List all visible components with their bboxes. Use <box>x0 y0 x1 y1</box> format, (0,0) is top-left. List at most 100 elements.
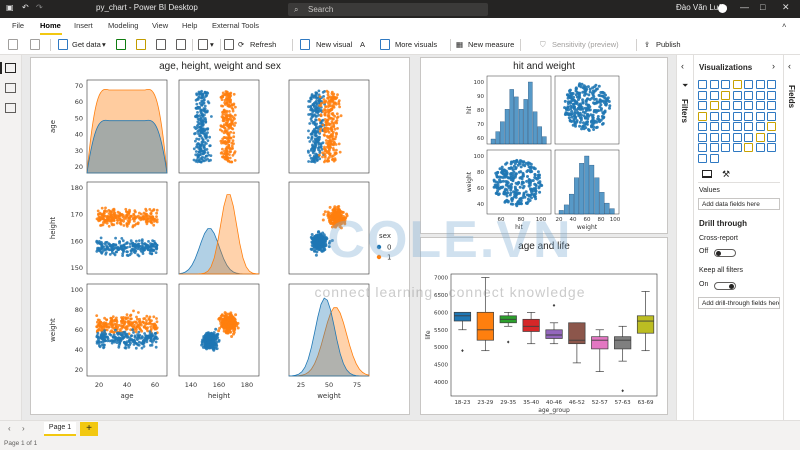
paint-roller-icon[interactable]: ⚒ <box>722 169 730 180</box>
data-source-icon[interactable] <box>224 39 234 50</box>
visual-type-icon[interactable] <box>767 80 776 89</box>
maximize-icon[interactable]: □ <box>760 2 765 12</box>
visual-type-icon[interactable] <box>709 80 719 89</box>
visual-type-icon[interactable] <box>767 90 776 100</box>
chevron-up-icon[interactable]: ˄ <box>782 21 786 30</box>
visual-type-icon[interactable] <box>767 143 776 152</box>
save-icon[interactable]: ▣ <box>6 3 14 12</box>
report-canvas[interactable]: age, height, weight and sex sex 0 1 20 40 60 a… <box>22 55 676 420</box>
new-visual-button[interactable]: New visual <box>316 40 352 49</box>
visual-type-icon[interactable] <box>709 143 719 152</box>
chevron-right-icon[interactable]: › <box>772 61 775 71</box>
report-view-icon[interactable] <box>5 63 16 73</box>
visual-type-icon[interactable] <box>732 90 742 100</box>
sql-icon[interactable] <box>156 39 166 50</box>
visual-type-icon[interactable] <box>767 111 776 121</box>
more-visuals-button[interactable]: More visuals <box>395 40 437 49</box>
text-box-icon[interactable]: A <box>360 40 365 49</box>
visual-type-icon[interactable] <box>744 101 753 110</box>
format-painter-icon[interactable] <box>30 39 40 50</box>
visual-type-icon[interactable] <box>755 80 765 89</box>
transform-data-icon[interactable] <box>198 39 208 50</box>
chevron-left-icon[interactable]: ‹ <box>681 61 684 71</box>
paste-icon[interactable] <box>8 39 18 50</box>
visual-type-icon[interactable] <box>744 122 753 131</box>
age-life-visual[interactable]: age and life 4000 4500 5000 5500 6000 6500 700… <box>420 237 668 415</box>
visual-type-icon[interactable] <box>698 132 707 142</box>
visual-type-icon[interactable] <box>721 143 730 152</box>
avatar[interactable] <box>718 4 727 13</box>
visual-type-icon[interactable] <box>755 101 765 110</box>
visual-type-icon[interactable] <box>744 132 753 142</box>
visual-type-icon[interactable] <box>709 122 719 131</box>
visual-type-icon[interactable] <box>755 143 765 152</box>
chevron-left-icon[interactable]: ‹ <box>788 61 791 71</box>
sensitivity-button[interactable]: Sensitivity (preview) <box>552 40 619 49</box>
menu-external-tools[interactable]: External Tools <box>212 21 259 30</box>
visual-type-icon[interactable] <box>744 111 753 121</box>
enter-data-icon[interactable] <box>176 39 186 50</box>
visual-type-icon[interactable] <box>709 101 719 110</box>
visual-type-icon[interactable] <box>698 153 707 163</box>
get-data-button[interactable]: Get data <box>72 40 101 49</box>
visual-type-icon[interactable] <box>698 111 707 121</box>
dataset-icon[interactable] <box>136 39 146 50</box>
menu-view[interactable]: View <box>152 21 168 30</box>
menu-home[interactable]: Home <box>40 21 61 30</box>
fields-tab-icon[interactable] <box>702 170 712 178</box>
close-icon[interactable]: ✕ <box>782 2 790 13</box>
undo-icon[interactable]: ↶ <box>22 3 29 12</box>
filters-label[interactable]: Filters <box>680 99 689 123</box>
visual-type-icon[interactable] <box>721 101 730 110</box>
visual-type-icon[interactable] <box>709 90 719 100</box>
visual-type-icon[interactable] <box>721 132 730 142</box>
tab-page-1[interactable]: Page 1 <box>44 422 76 436</box>
visual-type-icon[interactable] <box>698 101 707 110</box>
visual-type-icon[interactable] <box>755 111 765 121</box>
visual-type-icon[interactable] <box>732 143 742 152</box>
visual-type-icon[interactable] <box>755 122 765 131</box>
visual-type-icon[interactable] <box>732 101 742 110</box>
visual-type-icon[interactable] <box>709 153 719 163</box>
visual-type-icon[interactable] <box>732 122 742 131</box>
filters-pane[interactable]: ‹ Filters ⏷ <box>676 55 693 420</box>
menu-file[interactable]: File <box>12 21 24 30</box>
visual-type-icon[interactable] <box>755 90 765 100</box>
visual-type-icon[interactable] <box>698 90 707 100</box>
chevron-right-icon[interactable]: › <box>22 424 25 433</box>
visual-type-icon[interactable] <box>721 111 730 121</box>
visual-type-icon[interactable] <box>732 111 742 121</box>
minimize-icon[interactable]: — <box>740 2 749 12</box>
visual-type-icon[interactable] <box>732 80 742 89</box>
data-view-icon[interactable] <box>5 83 16 93</box>
search-box[interactable]: ⌕ Search <box>288 3 488 16</box>
visual-type-icon[interactable] <box>744 143 753 152</box>
keep-filters-toggle[interactable] <box>714 282 736 290</box>
chevron-left-icon[interactable]: ‹ <box>8 424 11 433</box>
visual-type-icon[interactable] <box>709 111 719 121</box>
chevron-down-icon[interactable]: ▾ <box>102 40 106 49</box>
drill-through-drop-zone[interactable]: Add drill-through fields here <box>698 297 780 309</box>
visual-type-icon[interactable] <box>721 90 730 100</box>
add-page-button[interactable]: + <box>80 422 98 436</box>
visual-type-icon[interactable] <box>767 101 776 110</box>
visual-type-icon[interactable] <box>698 122 707 131</box>
cross-report-toggle[interactable] <box>714 249 736 257</box>
visual-type-icon[interactable] <box>698 80 707 89</box>
chevron-down-icon[interactable]: ▾ <box>210 40 214 49</box>
values-drop-zone[interactable]: Add data fields here <box>698 198 780 210</box>
visual-type-icon[interactable] <box>698 143 707 152</box>
visual-type-icon[interactable] <box>721 80 730 89</box>
visual-type-icon[interactable] <box>767 132 776 142</box>
visual-type-icon[interactable] <box>721 122 730 131</box>
model-view-icon[interactable] <box>5 103 16 113</box>
redo-icon[interactable]: ↷ <box>36 3 43 12</box>
refresh-button[interactable]: Refresh <box>250 40 276 49</box>
excel-icon[interactable] <box>116 39 126 50</box>
hit-weight-visual[interactable]: hit and weight 100 90 80 70 60 100 80 60 40 60 80 1… <box>420 57 668 234</box>
fields-pane[interactable]: ‹ Fields <box>783 55 800 420</box>
visual-type-icon[interactable] <box>732 132 742 142</box>
publish-button[interactable]: Publish <box>656 40 681 49</box>
visual-type-icon[interactable] <box>744 80 753 89</box>
pairplot-visual[interactable]: age, height, weight and sex sex 0 1 20 40 60 a… <box>30 57 410 415</box>
